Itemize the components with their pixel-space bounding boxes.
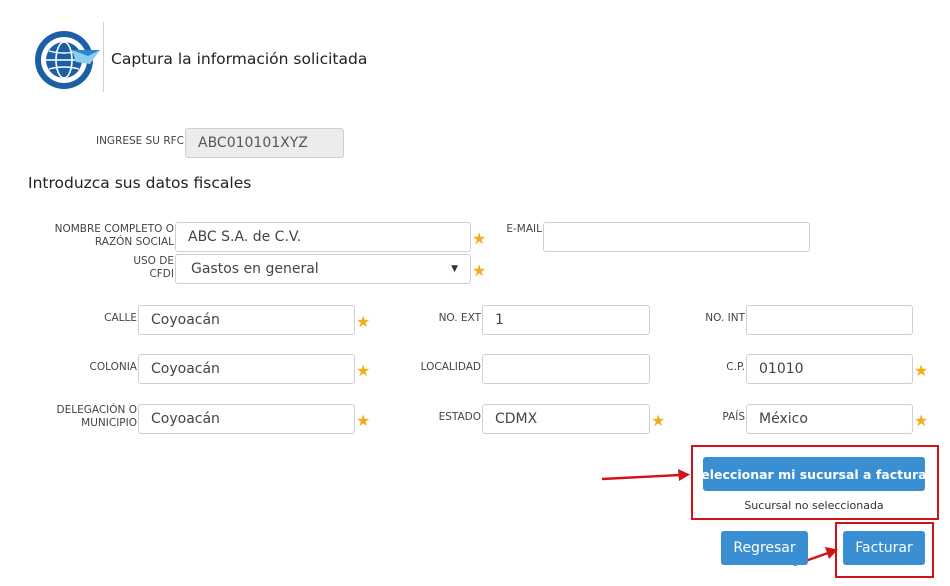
uso-cfdi-select[interactable]: Gastos en general ▼ xyxy=(175,254,471,284)
colonia-field[interactable]: Coyoacán xyxy=(138,354,355,384)
noext-label: NO. EXT xyxy=(438,312,481,324)
globe-logo-icon xyxy=(32,26,100,92)
caret-down-icon: ▼ xyxy=(451,264,458,274)
required-star-icon: ★ xyxy=(356,361,371,380)
nombre-label: NOMBRE COMPLETO O RAZÓN SOCIAL xyxy=(30,223,174,249)
delegacion-label-line1: DELEGACIÓN O xyxy=(56,404,138,416)
pais-field[interactable]: México xyxy=(746,404,913,434)
rfc-label: INGRESE SU RFC xyxy=(95,135,184,147)
select-branch-button[interactable]: Seleccionar mi sucursal a facturar. xyxy=(692,457,936,491)
rfc-field[interactable]: ABC010101XYZ xyxy=(185,128,344,158)
required-star-icon: ★ xyxy=(651,411,666,430)
noint-field[interactable] xyxy=(746,305,913,335)
branch-status: Sucursal no seleccionada xyxy=(744,499,884,512)
pais-label: PAÍS xyxy=(722,411,745,423)
header-divider xyxy=(103,22,104,92)
required-star-icon: ★ xyxy=(356,312,371,331)
localidad-field[interactable] xyxy=(482,354,650,384)
required-star-icon: ★ xyxy=(914,361,929,380)
cp-label: C.P. xyxy=(726,361,745,373)
noint-label: NO. INT xyxy=(705,312,745,324)
nombre-label-line2: RAZÓN SOCIAL xyxy=(94,236,174,248)
email-field[interactable] xyxy=(543,222,810,252)
calle-field[interactable]: Coyoacán xyxy=(138,305,355,335)
required-star-icon: ★ xyxy=(356,411,371,430)
nombre-label-line1: NOMBRE COMPLETO O xyxy=(54,223,174,235)
uso-cfdi-value: Gastos en general xyxy=(191,261,319,277)
required-star-icon: ★ xyxy=(472,229,487,248)
cp-field[interactable]: 01010 xyxy=(746,354,913,384)
colonia-label: COLONIA xyxy=(89,361,137,373)
estado-label: ESTADO xyxy=(438,411,481,423)
delegacion-label: DELEGACIÓN O MUNICIPIO xyxy=(30,404,138,430)
uso-cfdi-label-line1: USO DE xyxy=(133,255,174,267)
fiscal-section-title: Introduzca sus datos fiscales xyxy=(28,174,252,192)
noext-field[interactable]: 1 xyxy=(482,305,650,335)
uso-cfdi-label: USO DE CFDI xyxy=(100,255,174,281)
nombre-field[interactable]: ABC S.A. de C.V. xyxy=(175,222,471,252)
calle-label: CALLE xyxy=(104,312,137,324)
required-star-icon: ★ xyxy=(914,411,929,430)
email-label: E-MAIL xyxy=(506,223,542,235)
required-star-icon: ★ xyxy=(472,261,487,280)
delegacion-field[interactable]: Coyoacán xyxy=(138,404,355,434)
back-button[interactable]: Regresar xyxy=(721,531,808,565)
delegacion-label-line2: MUNICIPIO xyxy=(81,417,137,429)
localidad-label: LOCALIDAD xyxy=(420,361,481,373)
annotation-arrow-icon xyxy=(601,469,690,481)
estado-field[interactable]: CDMX xyxy=(482,404,650,434)
uso-cfdi-label-line2: CFDI xyxy=(149,268,174,280)
invoice-button[interactable]: Facturar xyxy=(843,531,925,565)
page-title: Captura la información solicitada xyxy=(111,50,368,68)
